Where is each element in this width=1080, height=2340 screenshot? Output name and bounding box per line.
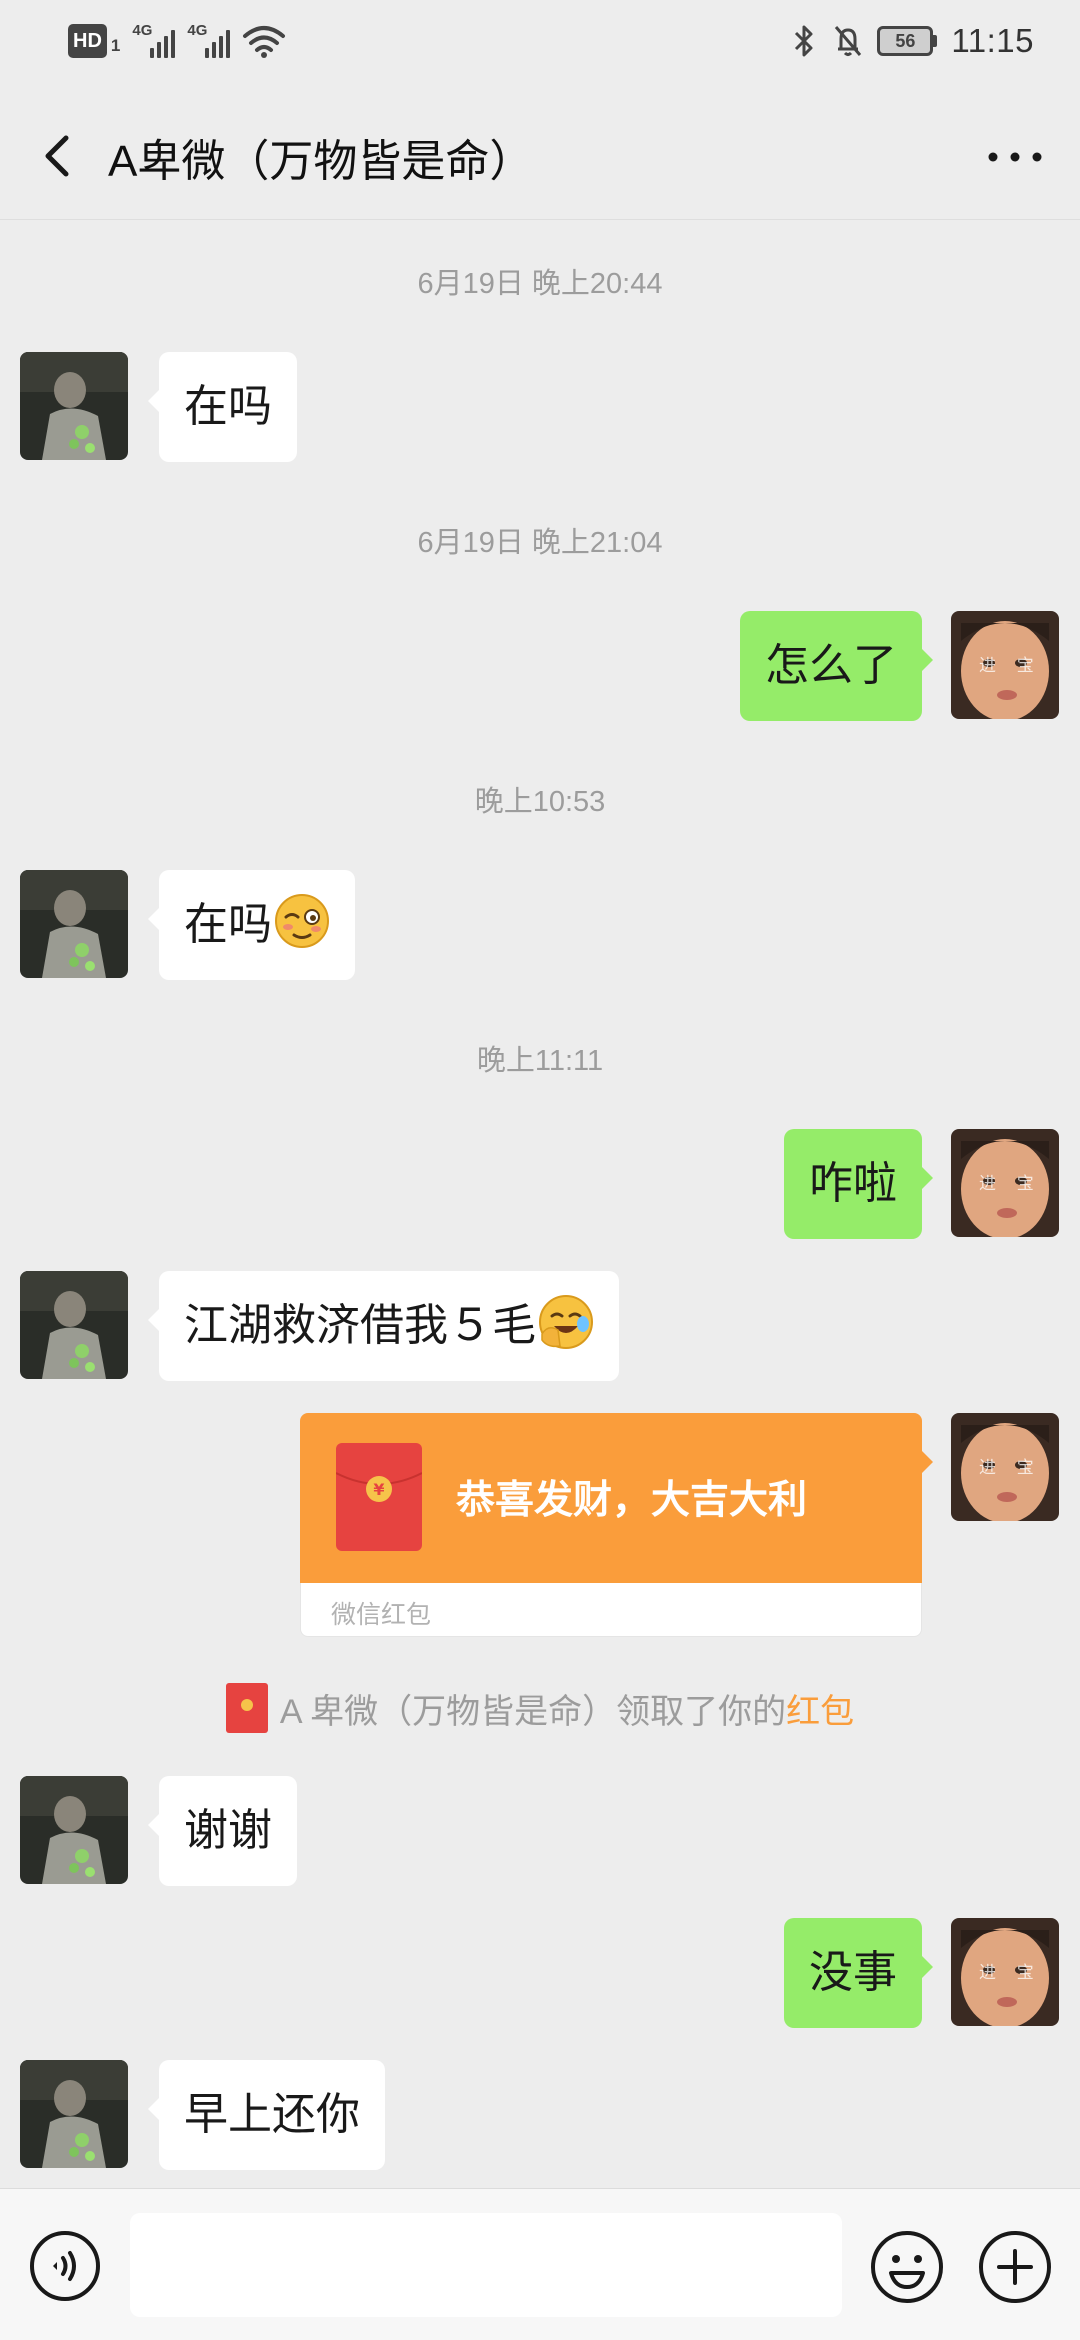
red-packet-body[interactable]: ¥ 恭喜发财，大吉大利 bbox=[300, 1413, 933, 1583]
contact-avatar[interactable] bbox=[20, 870, 128, 978]
message-text: 早上还你 bbox=[184, 2090, 360, 2139]
red-packet-symbol: ¥ bbox=[373, 1480, 384, 1499]
signal-sim2-icon: 4G bbox=[187, 22, 231, 58]
more-dots-icon[interactable] bbox=[980, 132, 1050, 182]
message-bubble-in[interactable]: 在吗 bbox=[148, 870, 355, 980]
wifi-icon bbox=[243, 26, 286, 58]
battery-level: 56 bbox=[877, 26, 934, 56]
red-packet-footer: 微信红包 bbox=[300, 1583, 922, 1637]
message-bubble-out[interactable]: 咋啦 bbox=[784, 1129, 933, 1239]
contact-avatar[interactable] bbox=[20, 2060, 128, 2168]
chat-header: A卑微（万物皆是命） bbox=[0, 92, 1080, 220]
red-packet-mini-icon bbox=[225, 1683, 268, 1733]
my-avatar[interactable]: 进 宝 bbox=[951, 1129, 1059, 1237]
message-text: 江湖救济借我５毛 bbox=[184, 1301, 536, 1350]
message-input[interactable] bbox=[130, 2213, 842, 2317]
message-bubble-in[interactable]: 江湖救济借我５毛 bbox=[148, 1271, 619, 1381]
contact-avatar[interactable] bbox=[20, 352, 128, 460]
bluetooth-icon bbox=[795, 25, 813, 57]
system-notice: A 卑微（万物皆是命）领取了你的 红包 bbox=[0, 1683, 1080, 1733]
message-text: 咋啦 bbox=[809, 1159, 897, 1208]
red-packet-title: 恭喜发财，大吉大利 bbox=[456, 1479, 808, 1522]
hd-badge: HD bbox=[68, 24, 107, 58]
timestamp: 晚上10:53 bbox=[474, 786, 606, 818]
sim1-network-tag: 4G bbox=[132, 22, 153, 39]
message-text: 谢谢 bbox=[184, 1806, 272, 1855]
signal-sim1-icon: 4G bbox=[132, 22, 176, 58]
message-text: 在吗 bbox=[184, 382, 272, 431]
avatar-watermark: 进 宝 bbox=[979, 656, 1042, 675]
voice-icon[interactable] bbox=[28, 2229, 102, 2303]
emoji-icon[interactable] bbox=[869, 2229, 945, 2305]
red-packet-link[interactable]: 红包 bbox=[786, 1684, 854, 1733]
my-avatar[interactable]: 进 宝 bbox=[951, 611, 1059, 719]
timestamp: 6月19日 晚上20:44 bbox=[417, 268, 663, 300]
mute-icon bbox=[835, 26, 862, 56]
message-bubble-in[interactable]: 在吗 bbox=[148, 352, 297, 462]
blushing-face-emoji bbox=[275, 894, 329, 948]
contact-avatar[interactable] bbox=[20, 1776, 128, 1884]
chat-title[interactable]: A卑微（万物皆是命） bbox=[108, 125, 533, 189]
status-time: 11:15 bbox=[951, 22, 1034, 59]
status-left: HD 1 4G 4G bbox=[68, 22, 286, 58]
input-bar bbox=[0, 2188, 1080, 2340]
system-notice-text: A 卑微（万物皆是命）领取了你的 bbox=[279, 1692, 787, 1731]
chat-screen: HD 1 4G 4G 56 11:15 A卑微（万物皆是命） 6月19日 晚上2… bbox=[0, 0, 1080, 2340]
avatar-watermark: 进 宝 bbox=[979, 1174, 1042, 1193]
red-envelope-icon: ¥ bbox=[336, 1443, 422, 1551]
status-right: 56 11:15 bbox=[789, 22, 1034, 60]
battery-icon: 56 bbox=[877, 26, 938, 56]
contact-avatar[interactable] bbox=[20, 1271, 128, 1379]
message-text: 没事 bbox=[809, 1948, 897, 1997]
avatar-watermark: 进 宝 bbox=[979, 1458, 1042, 1477]
avatar-watermark: 进 宝 bbox=[979, 1963, 1042, 1982]
message-text: 在吗 bbox=[184, 900, 272, 949]
back-arrow-icon[interactable] bbox=[30, 124, 90, 188]
timestamp: 晚上11:11 bbox=[476, 1045, 604, 1077]
hd-sub-label: 1 bbox=[110, 36, 121, 55]
message-bubble-out[interactable]: 怎么了 bbox=[740, 611, 933, 721]
my-avatar[interactable]: 进 宝 bbox=[951, 1918, 1059, 2026]
status-bar: HD 1 4G 4G 56 11:15 bbox=[0, 0, 1080, 92]
message-text: 怎么了 bbox=[765, 641, 897, 690]
red-packet-brand: 微信红包 bbox=[331, 1601, 432, 1629]
sim2-network-tag: 4G bbox=[187, 22, 208, 39]
timestamp: 6月19日 晚上21:04 bbox=[417, 527, 663, 559]
message-bubble-in[interactable]: 早上还你 bbox=[148, 2060, 385, 2170]
plus-icon[interactable] bbox=[977, 2229, 1053, 2305]
facepalm-laugh-emoji bbox=[539, 1295, 593, 1349]
message-bubble-out[interactable]: 没事 bbox=[784, 1918, 933, 2028]
red-packet-message[interactable]: ¥ 恭喜发财，大吉大利 微信红包 bbox=[300, 1413, 933, 1637]
message-bubble-in[interactable]: 谢谢 bbox=[148, 1776, 297, 1886]
my-avatar[interactable]: 进 宝 bbox=[951, 1413, 1059, 1521]
